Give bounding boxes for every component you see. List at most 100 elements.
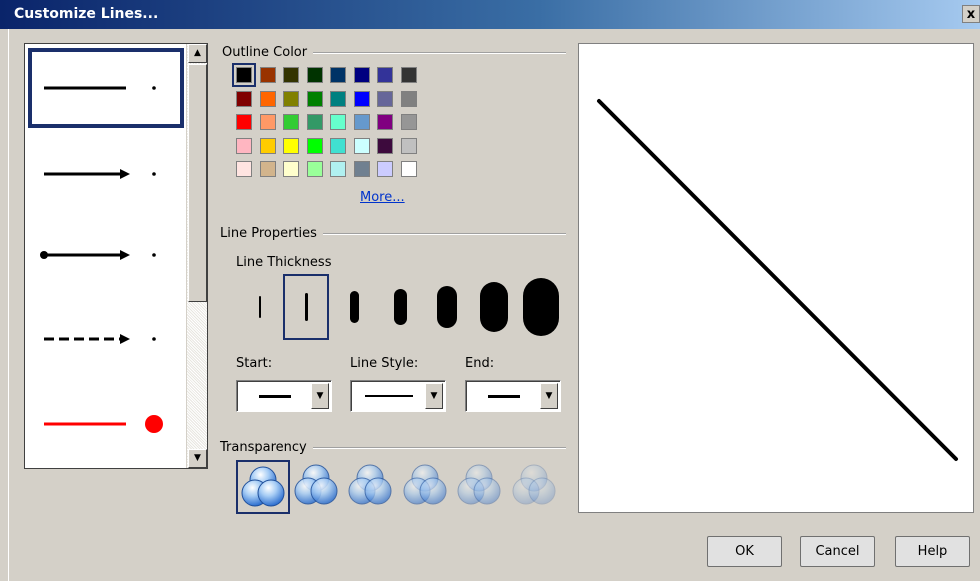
outline-color-group: Outline Color bbox=[222, 45, 566, 60]
thickness-bar bbox=[349, 291, 359, 323]
outline-color-heading: Outline Color bbox=[222, 45, 308, 60]
line-preset-swatch bbox=[40, 250, 156, 260]
scroll-down-arrow-icon[interactable]: ▼ bbox=[188, 449, 207, 468]
color-swatch[interactable] bbox=[377, 161, 393, 177]
line-preset-item[interactable] bbox=[28, 215, 184, 295]
transparency-option[interactable] bbox=[454, 460, 508, 514]
line-properties-group: Line Properties bbox=[220, 226, 566, 241]
color-swatch[interactable] bbox=[377, 67, 393, 83]
line-thickness-label: Line Thickness bbox=[236, 255, 332, 270]
color-swatch[interactable] bbox=[400, 90, 417, 107]
color-swatch[interactable] bbox=[353, 137, 370, 154]
thickness-bar bbox=[304, 293, 308, 321]
color-swatch[interactable] bbox=[259, 161, 276, 177]
window-title: Customize Lines... bbox=[14, 6, 159, 22]
transparency-heading: Transparency bbox=[220, 440, 307, 455]
help-button[interactable]: Help bbox=[895, 536, 970, 567]
transparency-option[interactable] bbox=[236, 460, 290, 514]
color-swatch[interactable] bbox=[259, 67, 276, 83]
thickness-bar bbox=[393, 289, 407, 325]
color-swatch[interactable] bbox=[377, 114, 393, 130]
line-preset-list[interactable]: ▲ ▼ bbox=[24, 43, 208, 469]
color-swatch[interactable] bbox=[259, 114, 276, 130]
color-swatch[interactable] bbox=[306, 90, 323, 107]
line-preset-item[interactable] bbox=[28, 299, 184, 379]
line-thickness-option[interactable] bbox=[471, 274, 517, 340]
end-cap-preview bbox=[488, 395, 520, 398]
start-cap-dropdown[interactable]: ▼ bbox=[236, 380, 332, 412]
color-swatch[interactable] bbox=[259, 90, 276, 107]
color-swatch[interactable] bbox=[283, 90, 299, 107]
start-cap-preview bbox=[259, 395, 291, 398]
group-divider bbox=[312, 446, 566, 449]
line-thickness-option[interactable] bbox=[377, 274, 423, 340]
transparency-option[interactable] bbox=[400, 460, 454, 514]
line-preset-item[interactable] bbox=[28, 48, 184, 128]
color-swatch[interactable] bbox=[400, 67, 417, 83]
thickness-bar bbox=[437, 286, 457, 328]
color-swatch[interactable] bbox=[330, 90, 346, 107]
color-swatch[interactable] bbox=[236, 137, 252, 154]
transparency-circles-icon bbox=[457, 464, 501, 505]
line-style-label: Line Style: bbox=[350, 356, 419, 371]
cancel-button[interactable]: Cancel bbox=[800, 536, 875, 567]
transparency-option[interactable] bbox=[509, 460, 563, 514]
transparency-circles-icon bbox=[512, 464, 555, 505]
color-swatch[interactable] bbox=[236, 114, 252, 130]
color-swatch[interactable] bbox=[330, 114, 346, 130]
color-swatch[interactable] bbox=[259, 137, 276, 154]
color-swatch[interactable] bbox=[377, 90, 393, 107]
ok-button[interactable]: OK bbox=[707, 536, 782, 567]
dropdown-arrow-icon[interactable]: ▼ bbox=[425, 383, 443, 409]
end-cap-dropdown[interactable]: ▼ bbox=[465, 380, 561, 412]
line-preset-swatch bbox=[44, 86, 156, 90]
line-preset-item[interactable] bbox=[28, 384, 184, 464]
close-button[interactable]: x bbox=[962, 5, 980, 23]
transparency-option[interactable] bbox=[291, 460, 345, 514]
group-divider bbox=[313, 51, 566, 54]
color-swatch[interactable] bbox=[353, 114, 370, 130]
dropdown-arrow-icon[interactable]: ▼ bbox=[540, 383, 558, 409]
transparency-option[interactable] bbox=[345, 460, 399, 514]
color-swatch[interactable] bbox=[353, 67, 370, 83]
color-swatch[interactable] bbox=[353, 161, 370, 177]
color-swatch[interactable] bbox=[283, 161, 299, 177]
color-swatch[interactable] bbox=[306, 67, 323, 83]
color-swatch[interactable] bbox=[283, 137, 299, 154]
color-swatch[interactable] bbox=[353, 90, 370, 107]
color-swatch[interactable] bbox=[377, 137, 393, 154]
more-colors-link[interactable]: More... bbox=[360, 190, 405, 205]
dropdown-arrow-icon[interactable]: ▼ bbox=[311, 383, 329, 409]
line-preview-pane bbox=[578, 43, 974, 513]
color-swatch[interactable] bbox=[236, 90, 252, 107]
line-preset-swatch bbox=[44, 415, 163, 433]
line-properties-heading: Line Properties bbox=[220, 226, 317, 241]
color-swatch[interactable] bbox=[306, 161, 323, 177]
color-swatch[interactable] bbox=[283, 114, 299, 130]
line-thickness-option[interactable] bbox=[283, 274, 329, 340]
line-thickness-option[interactable] bbox=[237, 274, 283, 340]
scroll-up-arrow-icon[interactable]: ▲ bbox=[188, 44, 207, 63]
color-swatch[interactable] bbox=[306, 114, 323, 130]
line-preset-item[interactable] bbox=[28, 134, 184, 214]
thickness-bar bbox=[259, 296, 261, 318]
line-thickness-option[interactable] bbox=[518, 274, 564, 340]
color-swatch[interactable] bbox=[400, 114, 417, 130]
vertical-scrollbar[interactable]: ▲ ▼ bbox=[186, 44, 207, 468]
color-swatch[interactable] bbox=[330, 67, 346, 83]
line-thickness-option[interactable] bbox=[331, 274, 377, 340]
color-swatch[interactable] bbox=[330, 161, 346, 177]
line-thickness-option[interactable] bbox=[424, 274, 470, 340]
color-swatch[interactable] bbox=[283, 67, 299, 83]
line-style-dropdown[interactable]: ▼ bbox=[350, 380, 446, 412]
line-preset-swatch bbox=[44, 169, 156, 179]
group-divider bbox=[322, 232, 566, 235]
color-swatch[interactable] bbox=[236, 161, 252, 177]
start-label: Start: bbox=[236, 356, 273, 371]
color-swatch[interactable] bbox=[306, 137, 323, 154]
color-swatch[interactable] bbox=[400, 161, 417, 177]
color-swatch[interactable] bbox=[400, 137, 417, 154]
scrollbar-thumb[interactable] bbox=[188, 64, 207, 302]
color-swatch[interactable] bbox=[330, 137, 346, 154]
color-swatch[interactable] bbox=[232, 63, 256, 87]
